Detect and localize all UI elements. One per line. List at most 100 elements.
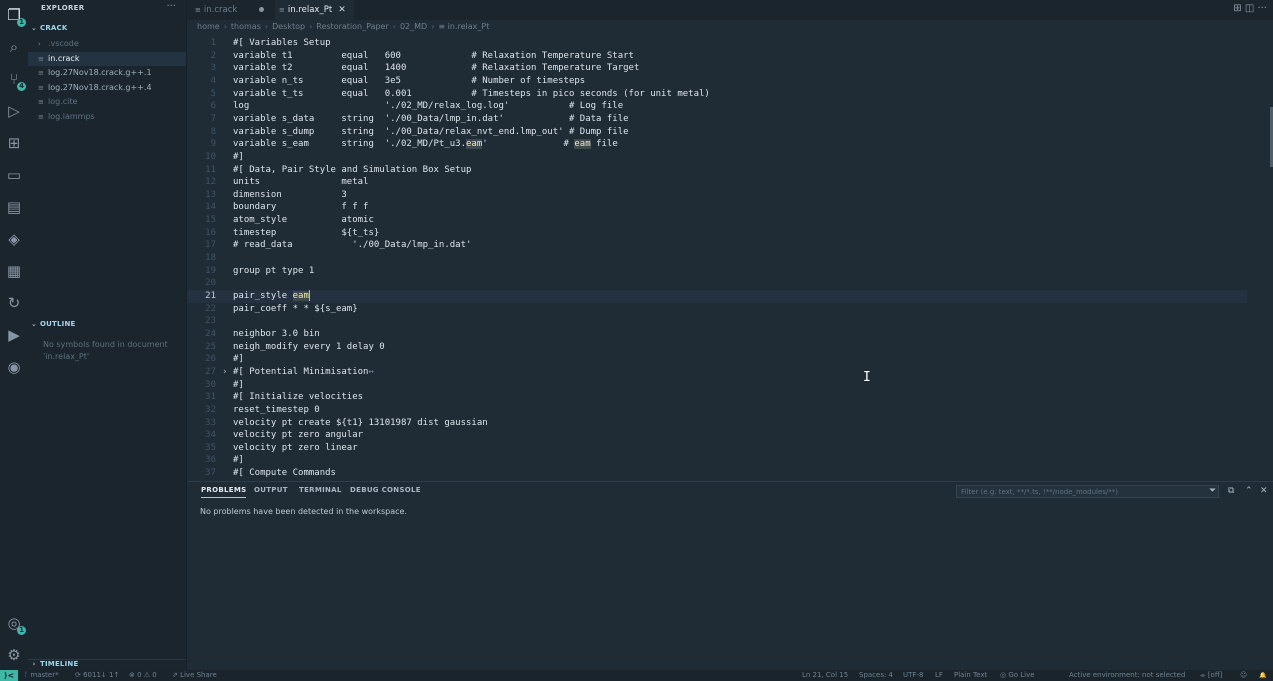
live-share-icon[interactable]: ↻: [4, 293, 24, 313]
breadcrumb-item[interactable]: Desktop: [272, 22, 305, 31]
settings-gear-icon[interactable]: ⚙: [4, 645, 24, 665]
file-name: log.27Nov18.crack.g++.4: [48, 82, 152, 92]
code-line[interactable]: 31 #[ Initialize velocities: [187, 391, 1247, 404]
code-line[interactable]: 5 variable t_ts equal 0.001 # Timesteps i…: [187, 88, 1247, 101]
cursor-position[interactable]: Ln 21, Col 15: [802, 671, 848, 680]
branch-indicator[interactable]: ᚴ master*: [24, 671, 59, 680]
code-line[interactable]: 35 velocity pt zero linear: [187, 442, 1247, 455]
code-line[interactable]: 20: [187, 277, 1247, 290]
code-line[interactable]: 24 neighbor 3.0 bin: [187, 328, 1247, 341]
tab-terminal[interactable]: TERMINAL: [299, 486, 342, 494]
timeline-title: TIMELINE: [40, 660, 79, 668]
sidebar-more-actions[interactable]: ···: [166, 1, 176, 12]
code-line[interactable]: 30 #]: [187, 379, 1247, 392]
code-line[interactable]: 18: [187, 252, 1247, 265]
filter-icon[interactable]: ⏷: [1209, 486, 1216, 496]
problems-filter-input[interactable]: Filter (e.g. text, **/*.ts, !**/node_mod…: [956, 485, 1219, 498]
code-line[interactable]: 23: [187, 315, 1247, 328]
code-line[interactable]: 6 log './02_MD/relax_log.log' # Log file: [187, 100, 1247, 113]
breadcrumb-item[interactable]: home: [197, 22, 220, 31]
close-icon[interactable]: ✕: [338, 5, 346, 15]
tab-debug-console[interactable]: DEBUG CONSOLE: [350, 486, 421, 494]
remote-indicator[interactable]: ⟩<: [0, 670, 18, 681]
code-editor[interactable]: 1 #[ Variables Setup 2 variable t1 equal 60…: [187, 35, 1273, 480]
code-line[interactable]: 21 pair_style eam: [187, 290, 1247, 303]
folded-ellipsis-icon[interactable]: ↔: [368, 367, 373, 377]
run-icon[interactable]: ▶: [4, 325, 24, 345]
code-line[interactable]: 16 timestep ${t_ts}: [187, 227, 1247, 240]
code-line[interactable]: 22 pair_coeff * * ${s_eam}: [187, 303, 1247, 316]
breadcrumb-separator-icon: ›: [431, 22, 435, 31]
code-line[interactable]: 13 dimension 3: [187, 189, 1247, 202]
accounts-icon[interactable]: ◎ 1: [4, 613, 26, 635]
python-environment[interactable]: Active environment: not selected: [1069, 671, 1185, 680]
maximize-panel-icon[interactable]: ⌃: [1245, 486, 1253, 496]
breadcrumb-item[interactable]: in.relax_Pt: [448, 22, 490, 31]
code-line[interactable]: 17 # read_data './00_Data/lmp_in.dat': [187, 239, 1247, 252]
code-line[interactable]: 10 #]: [187, 151, 1247, 164]
tab-in-crack[interactable]: ≡ in.crack: [195, 0, 275, 20]
github-icon[interactable]: ◉: [4, 357, 24, 377]
breadcrumb-item[interactable]: 02_MD: [400, 22, 427, 31]
explorer-icon[interactable]: ❐ 1: [4, 5, 26, 27]
code-line[interactable]: 32 reset_timestep 0: [187, 404, 1247, 417]
close-panel-icon[interactable]: ✕: [1260, 486, 1268, 496]
code-line[interactable]: 14 boundary f f f: [187, 201, 1247, 214]
docker-icon[interactable]: ▦: [4, 261, 24, 281]
file-tree-item[interactable]: ≡ in.crack: [28, 51, 186, 66]
gitlab-icon[interactable]: ◈: [4, 229, 24, 249]
code-line[interactable]: 37 #[ Compute Commands: [187, 467, 1247, 480]
code-line[interactable]: 26 #]: [187, 353, 1247, 366]
tab-problems[interactable]: PROBLEMS: [201, 486, 247, 498]
code-line[interactable]: 34 velocity pt zero angular: [187, 429, 1247, 442]
file-tree-item[interactable]: ≡ log.cite: [28, 95, 186, 109]
indentation[interactable]: Spaces: 4: [859, 671, 893, 680]
code-segment: pair_style: [233, 291, 293, 301]
code-line[interactable]: 2 variable t1 equal 600 # Relaxation Temp…: [187, 50, 1247, 63]
file-tree-item[interactable]: › .vscode: [28, 37, 186, 51]
code-line[interactable]: 8 variable s_dump string './00_Data/relax…: [187, 126, 1247, 139]
tab-in-relax-pt[interactable]: ≡ in.relax_Pt ✕: [275, 0, 354, 20]
outline-header[interactable]: ⌄ OUTLINE: [28, 320, 186, 334]
code-text: dimension 3: [233, 189, 347, 202]
file-tree-item[interactable]: ≡ log.27Nov18.crack.g++.4: [28, 81, 186, 95]
line-ending[interactable]: LF: [935, 671, 943, 680]
code-line[interactable]: 3 variable t2 equal 1400 # Relaxation Tem…: [187, 62, 1247, 75]
source-control-icon[interactable]: ⑂ 4: [4, 69, 26, 91]
collapse-all-icon[interactable]: ⧉: [1228, 486, 1234, 496]
code-line[interactable]: 25 neigh_modify every 1 delay 0: [187, 341, 1247, 354]
off-toggle[interactable]: ⌯ [off]: [1200, 671, 1222, 680]
breadcrumb-item[interactable]: thomas: [231, 22, 261, 31]
language-mode[interactable]: Plain Text: [954, 671, 987, 680]
sync-indicator[interactable]: ⟳ 6011↓ 1↑: [75, 671, 119, 680]
go-live-button[interactable]: ◎ Go Live: [1000, 671, 1035, 680]
code-line[interactable]: 12 units metal: [187, 176, 1247, 189]
code-line[interactable]: 7 variable s_data string './00_Data/lmp_i…: [187, 113, 1247, 126]
code-line[interactable]: 19 group pt type 1: [187, 265, 1247, 278]
notifications-bell-icon[interactable]: 🔔: [1259, 671, 1266, 680]
tab-output[interactable]: OUTPUT: [254, 486, 288, 494]
folder-header[interactable]: ⌄ CRACK: [28, 24, 186, 38]
breadcrumb-item[interactable]: Restoration_Paper: [316, 22, 389, 31]
code-line[interactable]: 15 atom_style atomic: [187, 214, 1247, 227]
run-debug-icon[interactable]: ▷: [4, 101, 24, 121]
code-line[interactable]: 1 #[ Variables Setup: [187, 37, 1247, 50]
code-line[interactable]: 33 velocity pt create ${t1} 13101987 dist…: [187, 417, 1247, 430]
problems-indicator[interactable]: ⊗ 0 ⚠ 0: [129, 671, 157, 680]
code-line[interactable]: 4 variable n_ts equal 3e5 # Number of tim…: [187, 75, 1247, 88]
editor-actions[interactable]: ⊞ ◫ ···: [1233, 3, 1267, 14]
code-line[interactable]: 11 #[ Data, Pair Style and Simulation Box…: [187, 164, 1247, 177]
notebook-icon[interactable]: ▤: [4, 197, 24, 217]
code-line[interactable]: 27 › #[ Potential Minimisation↔: [187, 366, 1247, 379]
code-line[interactable]: 36 #]: [187, 454, 1247, 467]
file-tree-item[interactable]: ≡ log.27Nov18.crack.g++.1: [28, 66, 186, 80]
fold-chevron-icon[interactable]: ›: [222, 366, 227, 379]
search-icon[interactable]: ⌕: [4, 37, 24, 57]
feedback-icon[interactable]: ☺: [1240, 671, 1247, 680]
encoding[interactable]: UTF-8: [903, 671, 923, 680]
code-line[interactable]: 9 variable s_eam string './02_MD/Pt_u3.ea…: [187, 138, 1247, 151]
extensions-icon[interactable]: ⊞: [4, 133, 24, 153]
live-share-button[interactable]: ⇗ Live Share: [172, 671, 217, 680]
remote-explorer-icon[interactable]: ▭: [4, 165, 24, 185]
file-tree-item[interactable]: ≡ log.lammps: [28, 110, 186, 124]
